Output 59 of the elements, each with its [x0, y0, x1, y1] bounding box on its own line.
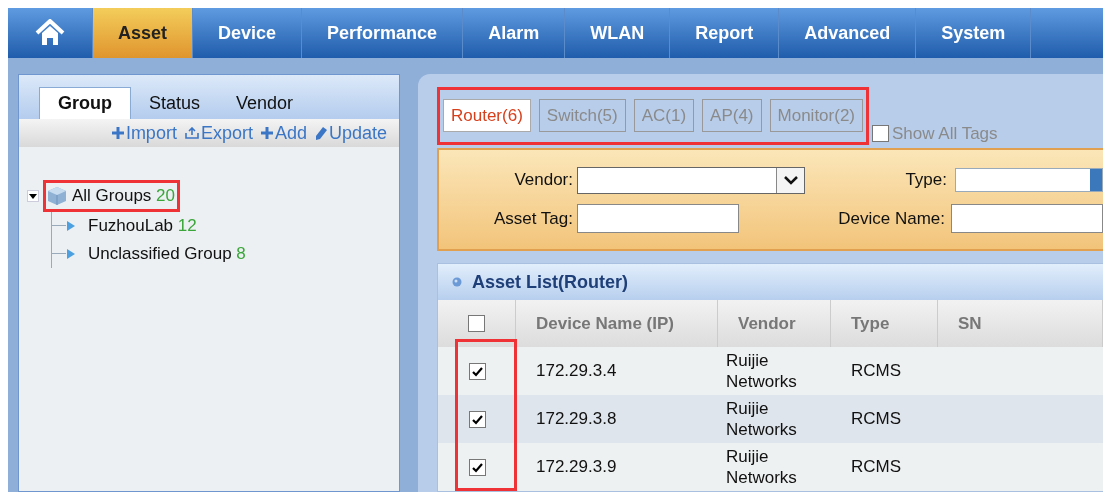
tree-node[interactable]: All Groups 20	[72, 183, 176, 209]
sidebar-tab[interactable]: Status	[131, 87, 219, 119]
pencil-icon	[314, 126, 327, 140]
table-cell-text: RCMS	[851, 360, 902, 383]
field-label: Asset Tag:	[492, 207, 574, 230]
nav-tab[interactable]: Advanced	[779, 8, 917, 58]
device-name-field[interactable]	[951, 204, 1103, 234]
vendor-dropdown[interactable]	[577, 166, 805, 194]
type-dropdown[interactable]	[955, 168, 1103, 192]
sidebar-tab[interactable]: Vendor	[218, 87, 312, 119]
nav-tab[interactable]: Performance	[302, 8, 464, 58]
table-cell-text: Ruijie Networks	[726, 398, 798, 440]
row-checkbox[interactable]	[468, 458, 486, 476]
plus-icon	[111, 127, 124, 139]
nav-tab[interactable]: WLAN	[565, 8, 671, 58]
toolbar-link[interactable]: Export	[184, 119, 253, 147]
field-label: Type:	[905, 169, 948, 192]
column-header[interactable]: Type	[831, 300, 938, 347]
panel-title: Asset List(Router)	[472, 270, 628, 294]
column-header[interactable]: SN	[938, 300, 1103, 347]
chevron-down-icon	[783, 175, 798, 185]
nav-tab[interactable]: Asset	[93, 8, 194, 58]
row-checkbox[interactable]	[468, 362, 486, 380]
asset-tag-field[interactable]	[577, 204, 739, 234]
toolbar-link[interactable]: Add	[260, 119, 307, 147]
toolbar-link[interactable]: Update	[314, 119, 387, 147]
home-icon	[35, 19, 65, 47]
checkbox-label: Show All Tags	[892, 123, 998, 146]
show-all-tags-checkbox[interactable]	[872, 125, 889, 143]
table-cell-text: 172.29.3.4	[536, 360, 617, 383]
tag-tab[interactable]: Router(6)	[443, 99, 531, 133]
table-cell-text: Ruijie Networks	[726, 446, 798, 488]
table-cell-text: RCMS	[851, 456, 902, 479]
bullet-icon	[452, 277, 462, 287]
expand-arrow-icon[interactable]	[66, 219, 76, 232]
nav-tab[interactable]: System	[916, 8, 1032, 58]
field-label: Device Name:	[838, 207, 946, 230]
export-icon	[184, 127, 199, 139]
cube-icon	[46, 184, 68, 207]
table-cell-text: Ruijie Networks	[726, 350, 798, 392]
plus-icon	[260, 127, 273, 139]
tree-node[interactable]: FuzhouLab 12	[88, 212, 197, 239]
table-cell-text: 172.29.3.9	[536, 456, 617, 479]
column-header[interactable]: Device Name (IP)	[516, 300, 718, 347]
row-checkbox[interactable]	[468, 410, 486, 428]
table-row[interactable]: 172.29.3.8 Ruijie Networks RCMS	[438, 395, 1103, 443]
nav-tab[interactable]: Alarm	[463, 8, 566, 58]
tree-node[interactable]: Unclassified Group 8	[88, 240, 246, 267]
nav-tab[interactable]: Report	[670, 8, 780, 58]
sidebar-tab[interactable]: Group	[39, 87, 131, 119]
table-cell-text: RCMS	[851, 408, 902, 431]
nav-tab[interactable]: Device	[193, 8, 303, 58]
column-header[interactable]: Vendor	[718, 300, 831, 347]
toolbar-link[interactable]: Import	[111, 119, 177, 147]
expand-arrow-icon[interactable]	[66, 247, 76, 260]
table-cell-text: 172.29.3.8	[536, 408, 617, 431]
collapse-toggle-icon[interactable]	[27, 189, 39, 202]
field-label: Vendor:	[513, 169, 574, 192]
select-all-checkbox[interactable]	[468, 315, 485, 332]
